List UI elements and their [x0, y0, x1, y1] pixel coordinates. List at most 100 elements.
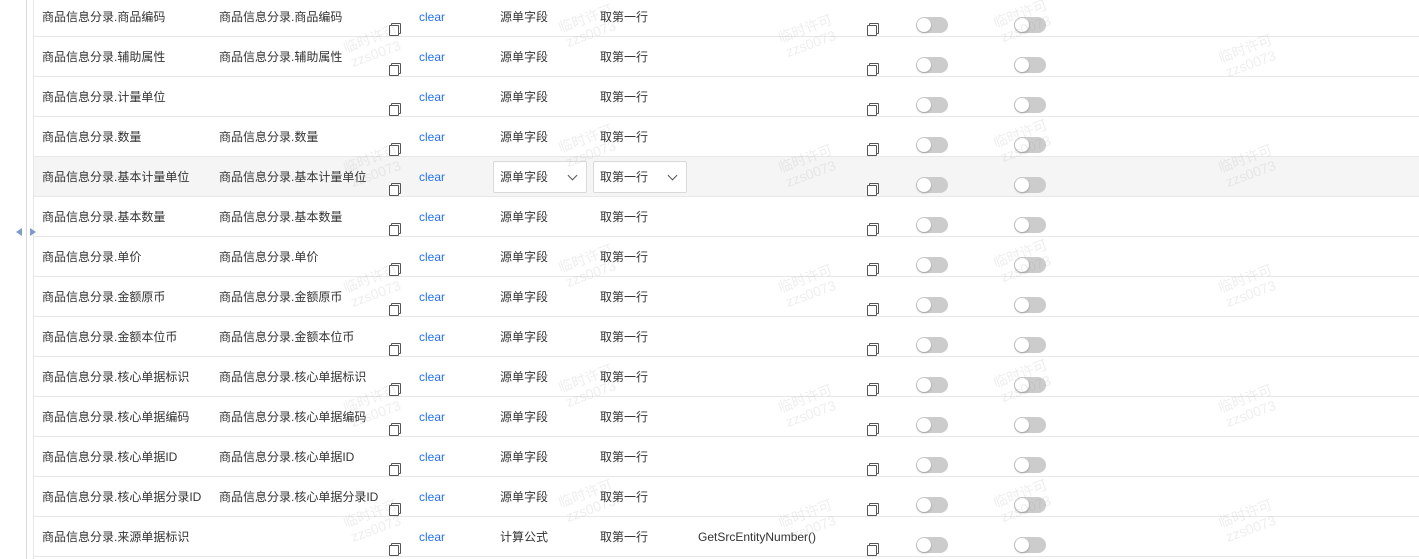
value-type[interactable]: 源单字段: [500, 0, 548, 37]
table-row[interactable]: 商品信息分录.商品编码 商品信息分录.商品编码 clear 源单字段 取第一行: [34, 0, 1419, 37]
value-type[interactable]: 计算公式: [500, 517, 548, 557]
required-toggle[interactable]: [1014, 217, 1046, 233]
copy-icon[interactable]: [389, 543, 401, 556]
copy-icon[interactable]: [389, 503, 401, 516]
required-toggle[interactable]: [1014, 177, 1046, 193]
table-row[interactable]: 商品信息分录.核心单据分录ID 商品信息分录.核心单据分录ID clear 源单…: [34, 477, 1419, 517]
source-field[interactable]: 商品信息分录.核心单据分录ID: [42, 477, 201, 517]
take-mode[interactable]: 取第一行: [600, 117, 648, 157]
copy-icon[interactable]: [867, 543, 879, 556]
source-field[interactable]: 商品信息分录.金额原币: [42, 277, 165, 317]
target-field[interactable]: 商品信息分录.核心单据ID: [219, 437, 354, 477]
value-type[interactable]: 源单字段: [500, 357, 548, 397]
clear-link[interactable]: clear: [419, 357, 445, 397]
table-row[interactable]: 商品信息分录.核心单据ID 商品信息分录.核心单据ID clear 源单字段 取…: [34, 437, 1419, 477]
clear-link[interactable]: clear: [419, 317, 445, 357]
enabled-toggle[interactable]: [916, 457, 948, 473]
enabled-toggle[interactable]: [916, 337, 948, 353]
value-type[interactable]: 源单字段: [500, 37, 548, 77]
required-toggle[interactable]: [1014, 417, 1046, 433]
clear-link[interactable]: clear: [419, 197, 445, 237]
enabled-toggle[interactable]: [916, 377, 948, 393]
take-mode[interactable]: 取第一行: [600, 397, 648, 437]
copy-icon[interactable]: [867, 423, 879, 436]
target-field[interactable]: 商品信息分录.核心单据编码: [219, 397, 366, 437]
copy-icon[interactable]: [389, 263, 401, 276]
copy-icon[interactable]: [389, 223, 401, 236]
copy-icon[interactable]: [867, 383, 879, 396]
copy-icon[interactable]: [867, 103, 879, 116]
copy-icon[interactable]: [867, 343, 879, 356]
value-type[interactable]: 源单字段: [500, 117, 548, 157]
clear-link[interactable]: clear: [419, 397, 445, 437]
formula-value[interactable]: GetSrcEntityNumber(): [698, 517, 816, 557]
copy-icon[interactable]: [867, 303, 879, 316]
source-field[interactable]: 商品信息分录.金额本位币: [42, 317, 177, 357]
required-toggle[interactable]: [1014, 57, 1046, 73]
take-mode[interactable]: 取第一行: [600, 317, 648, 357]
copy-icon[interactable]: [389, 103, 401, 116]
value-type[interactable]: 源单字段: [500, 317, 548, 357]
source-field[interactable]: 商品信息分录.数量: [42, 117, 141, 157]
target-field[interactable]: 商品信息分录.基本数量: [219, 197, 342, 237]
copy-icon[interactable]: [389, 343, 401, 356]
clear-link[interactable]: clear: [419, 77, 445, 117]
target-field[interactable]: 商品信息分录.辅助属性: [219, 37, 342, 77]
required-toggle[interactable]: [1014, 537, 1046, 553]
target-field[interactable]: 商品信息分录.金额本位币: [219, 317, 354, 357]
source-field[interactable]: 商品信息分录.基本计量单位: [42, 157, 189, 197]
copy-icon[interactable]: [867, 63, 879, 76]
target-field[interactable]: 商品信息分录.单价: [219, 237, 318, 277]
source-field[interactable]: 商品信息分录.核心单据ID: [42, 437, 177, 477]
copy-icon[interactable]: [867, 223, 879, 236]
take-mode[interactable]: 取第一行: [600, 477, 648, 517]
source-field[interactable]: 商品信息分录.单价: [42, 237, 141, 277]
copy-icon[interactable]: [867, 263, 879, 276]
chevron-down-icon[interactable]: [667, 170, 678, 181]
clear-link[interactable]: clear: [419, 237, 445, 277]
copy-icon[interactable]: [389, 383, 401, 396]
enabled-toggle[interactable]: [916, 497, 948, 513]
copy-icon[interactable]: [867, 183, 879, 196]
required-toggle[interactable]: [1014, 17, 1046, 33]
chevron-down-icon[interactable]: [567, 170, 578, 181]
copy-icon[interactable]: [389, 143, 401, 156]
table-row[interactable]: 商品信息分录.基本数量 商品信息分录.基本数量 clear 源单字段 取第一行: [34, 197, 1419, 237]
table-row[interactable]: 商品信息分录.计量单位 clear 源单字段 取第一行: [34, 77, 1419, 117]
table-row[interactable]: 商品信息分录.来源单据标识 clear 计算公式 取第一行 GetSrcEnti…: [34, 517, 1419, 557]
source-field[interactable]: 商品信息分录.计量单位: [42, 77, 165, 117]
target-field[interactable]: 商品信息分录.核心单据分录ID: [219, 477, 378, 517]
enabled-toggle[interactable]: [916, 97, 948, 113]
clear-link[interactable]: clear: [419, 437, 445, 477]
target-field[interactable]: 商品信息分录.商品编码: [219, 0, 342, 37]
source-field[interactable]: 商品信息分录.辅助属性: [42, 37, 165, 77]
required-toggle[interactable]: [1014, 257, 1046, 273]
source-field[interactable]: 商品信息分录.核心单据编码: [42, 397, 189, 437]
table-row[interactable]: 商品信息分录.金额原币 商品信息分录.金额原币 clear 源单字段 取第一行: [34, 277, 1419, 317]
enabled-toggle[interactable]: [916, 297, 948, 313]
copy-icon[interactable]: [867, 503, 879, 516]
clear-link[interactable]: clear: [419, 277, 445, 317]
target-field[interactable]: 商品信息分录.数量: [219, 117, 318, 157]
take-mode[interactable]: 取第一行: [600, 277, 648, 317]
clear-link[interactable]: clear: [419, 0, 445, 37]
required-toggle[interactable]: [1014, 497, 1046, 513]
required-toggle[interactable]: [1014, 97, 1046, 113]
enabled-toggle[interactable]: [916, 177, 948, 193]
take-mode[interactable]: 取第一行: [600, 437, 648, 477]
clear-link[interactable]: clear: [419, 477, 445, 517]
take-mode[interactable]: 取第一行: [600, 237, 648, 277]
value-type[interactable]: 源单字段: [500, 277, 548, 317]
collapse-left-icon[interactable]: [16, 228, 22, 236]
take-mode[interactable]: 取第一行: [600, 77, 648, 117]
value-type[interactable]: 源单字段: [500, 477, 548, 517]
take-mode[interactable]: 取第一行: [600, 37, 648, 77]
table-row[interactable]: 商品信息分录.基本计量单位 商品信息分录.基本计量单位 clear 源单字段 取…: [34, 157, 1419, 197]
required-toggle[interactable]: [1014, 137, 1046, 153]
target-field[interactable]: 商品信息分录.核心单据标识: [219, 357, 366, 397]
table-row[interactable]: 商品信息分录.单价 商品信息分录.单价 clear 源单字段 取第一行: [34, 237, 1419, 277]
copy-icon[interactable]: [389, 423, 401, 436]
source-field[interactable]: 商品信息分录.商品编码: [42, 0, 165, 37]
target-field[interactable]: 商品信息分录.基本计量单位: [219, 157, 366, 197]
target-field[interactable]: 商品信息分录.金额原币: [219, 277, 342, 317]
